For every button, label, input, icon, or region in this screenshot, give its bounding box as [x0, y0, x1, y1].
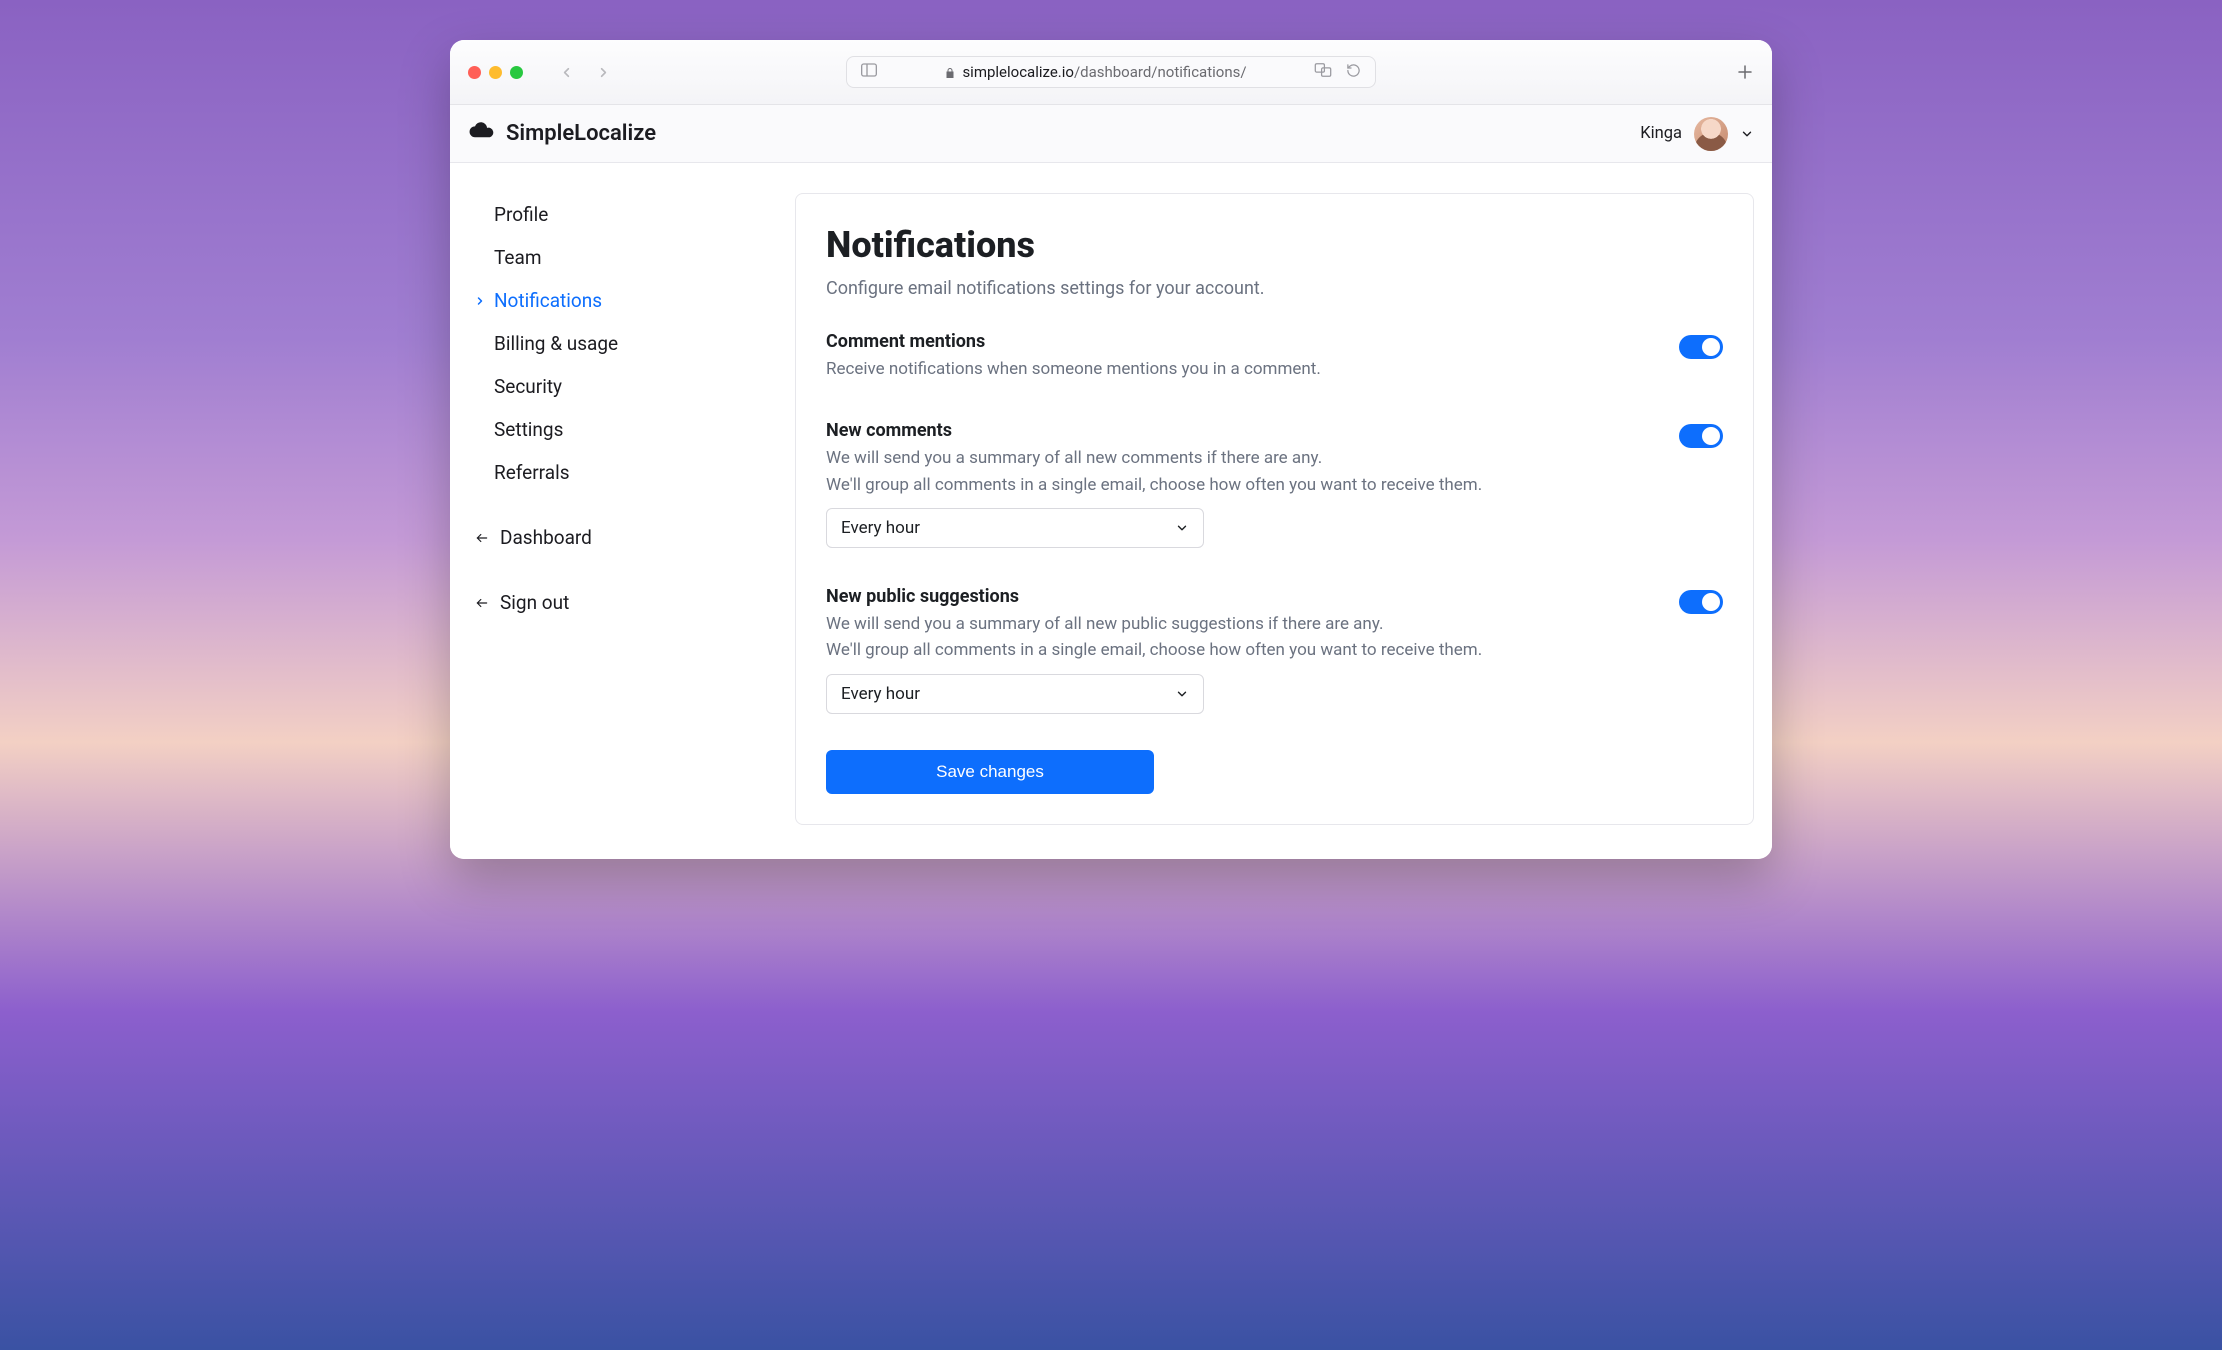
sidebar-item-referrals[interactable]: Referrals [474, 451, 771, 494]
sidebar-item-notifications[interactable]: Notifications [474, 279, 771, 322]
sidebar-item-label: Team [494, 246, 542, 269]
signout-link[interactable]: Sign out [474, 581, 771, 624]
close-window-button[interactable] [468, 66, 481, 79]
settings-panel: Notifications Configure email notificati… [795, 193, 1754, 825]
sidebar-item-label: Profile [494, 203, 548, 226]
browser-window: simplelocalize.io/dashboard/notification… [450, 40, 1772, 859]
sidebar-item-settings[interactable]: Settings [474, 408, 771, 451]
chevron-right-icon [474, 295, 486, 307]
setting-public-suggestions: New public suggestions We will send you … [826, 586, 1723, 714]
toggle-comment-mentions[interactable] [1679, 335, 1723, 359]
save-changes-button[interactable]: Save changes [826, 750, 1154, 794]
signout-link-label: Sign out [500, 591, 569, 614]
arrow-left-icon [474, 596, 490, 610]
sidebar-item-label: Referrals [494, 461, 570, 484]
sidebar-item-security[interactable]: Security [474, 365, 771, 408]
maximize-window-button[interactable] [510, 66, 523, 79]
window-controls [468, 66, 523, 79]
sidebar-item-team[interactable]: Team [474, 236, 771, 279]
sidebar-item-label: Security [494, 375, 562, 398]
sidebar: Profile Team Notifications Billing & usa… [450, 163, 795, 825]
setting-title: Comment mentions [826, 331, 1655, 352]
sidebar-item-billing[interactable]: Billing & usage [474, 322, 771, 365]
avatar [1694, 117, 1728, 151]
chevron-down-icon [1740, 127, 1754, 141]
sidebar-item-label: Settings [494, 418, 563, 441]
dashboard-link[interactable]: Dashboard [474, 516, 771, 559]
reload-button[interactable] [1346, 63, 1361, 82]
select-value: Every hour [841, 518, 920, 538]
content: Profile Team Notifications Billing & usa… [450, 163, 1772, 859]
lock-icon [944, 67, 956, 79]
sidebar-item-label: Billing & usage [494, 332, 618, 355]
arrow-left-icon [474, 531, 490, 545]
setting-comment-mentions: Comment mentions Receive notifications w… [826, 331, 1723, 382]
page-title: Notifications [826, 224, 1723, 266]
select-value: Every hour [841, 684, 920, 704]
browser-titlebar: simplelocalize.io/dashboard/notification… [450, 40, 1772, 105]
dashboard-link-label: Dashboard [500, 526, 592, 549]
select-new-comments-frequency[interactable]: Every hour [826, 508, 1204, 548]
setting-title: New public suggestions [826, 586, 1655, 607]
toggle-new-comments[interactable] [1679, 424, 1723, 448]
sidebar-item-profile[interactable]: Profile [474, 193, 771, 236]
setting-desc: Receive notifications when someone menti… [826, 356, 1655, 382]
minimize-window-button[interactable] [489, 66, 502, 79]
select-public-suggestions-frequency[interactable]: Every hour [826, 674, 1204, 714]
app-header: SimpleLocalize Kinga [450, 105, 1772, 163]
new-tab-button[interactable] [1736, 63, 1754, 81]
sidebar-toggle-icon [861, 63, 877, 81]
setting-title: New comments [826, 420, 1655, 441]
nav-arrows [559, 65, 611, 80]
page-subtitle: Configure email notifications settings f… [826, 278, 1723, 299]
setting-desc: We will send you a summary of all new co… [826, 445, 1655, 498]
forward-button[interactable] [596, 65, 611, 80]
address-bar[interactable]: simplelocalize.io/dashboard/notification… [846, 56, 1376, 88]
brand-name: SimpleLocalize [506, 121, 656, 146]
toggle-public-suggestions[interactable] [1679, 590, 1723, 614]
translate-icon[interactable] [1314, 63, 1332, 81]
setting-new-comments: New comments We will send you a summary … [826, 420, 1723, 548]
user-name: Kinga [1640, 124, 1682, 143]
back-button[interactable] [559, 65, 574, 80]
sidebar-item-label: Notifications [494, 289, 602, 312]
brand[interactable]: SimpleLocalize [468, 120, 656, 148]
setting-desc: We will send you a summary of all new pu… [826, 611, 1655, 664]
chevron-down-icon [1175, 521, 1189, 535]
cloud-logo-icon [468, 120, 496, 148]
chevron-down-icon [1175, 687, 1189, 701]
url-text: simplelocalize.io/dashboard/notification… [891, 63, 1300, 81]
user-menu[interactable]: Kinga [1640, 117, 1754, 151]
